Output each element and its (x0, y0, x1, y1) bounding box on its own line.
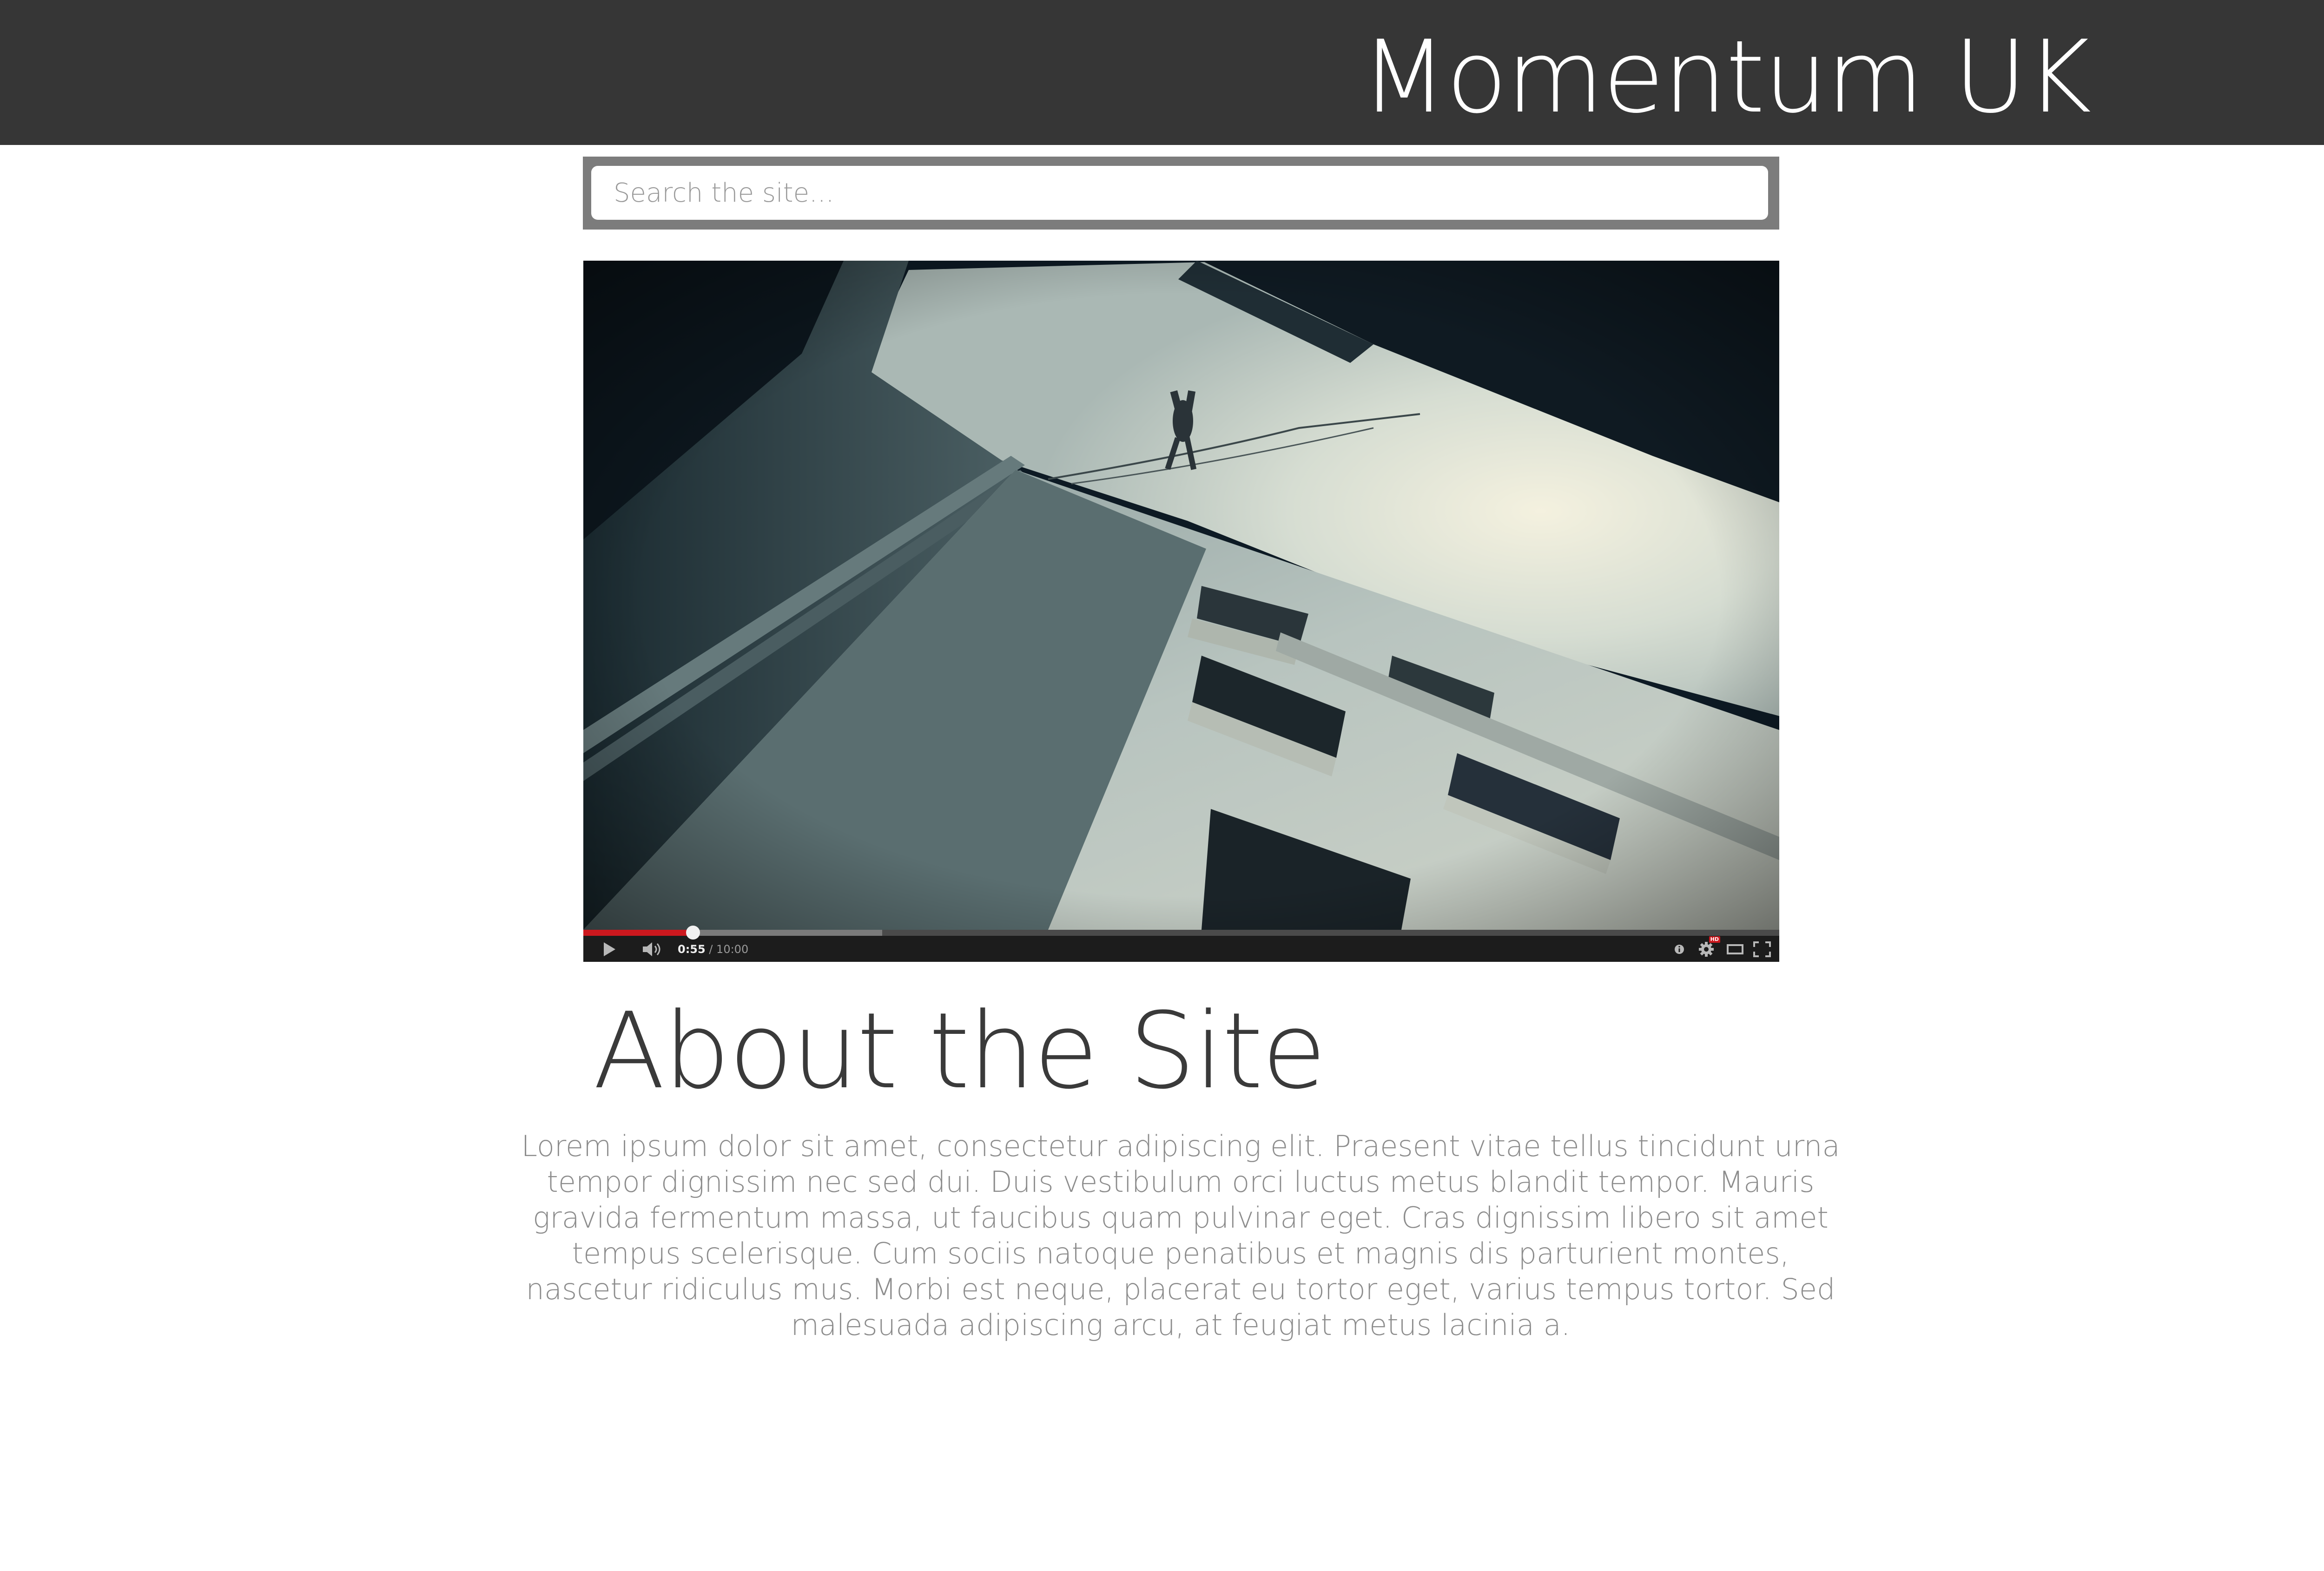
progress-bar[interactable] (583, 926, 1779, 940)
total-duration: 10:00 (716, 943, 749, 956)
theater-mode-button[interactable] (1725, 940, 1745, 959)
about-heading: About the Site (593, 990, 1327, 1112)
search-bar (583, 157, 1779, 230)
about-body-text: Lorem ipsum dolor sit amet, consectetur … (521, 1129, 1840, 1342)
fullscreen-button[interactable] (1752, 940, 1772, 959)
info-icon (1675, 945, 1684, 954)
volume-icon (643, 942, 660, 956)
hd-badge: HD (1709, 936, 1720, 943)
play-icon (604, 942, 615, 956)
time-separator: / (705, 943, 717, 956)
fullscreen-icon (1753, 941, 1771, 957)
current-time: 0:55 (678, 943, 706, 956)
info-button[interactable] (1672, 940, 1686, 959)
progress-handle[interactable] (686, 926, 700, 940)
play-button[interactable] (600, 940, 619, 959)
settings-button[interactable]: HD (1697, 936, 1720, 959)
site-header: Momentum UK (0, 0, 2324, 145)
search-input[interactable] (591, 166, 1768, 220)
site-title[interactable]: Momentum UK (1361, 27, 2092, 127)
video-player[interactable]: 0:55 / 10:00 HD (583, 261, 1779, 962)
video-controls: 0:55 / 10:00 HD (583, 926, 1779, 962)
time-display: 0:55 / 10:00 (678, 942, 748, 957)
settings-icon (1699, 942, 1714, 957)
video-frame[interactable] (583, 261, 1779, 930)
progress-played (583, 930, 693, 936)
theater-mode-icon (1727, 944, 1743, 954)
volume-button[interactable] (640, 940, 664, 959)
